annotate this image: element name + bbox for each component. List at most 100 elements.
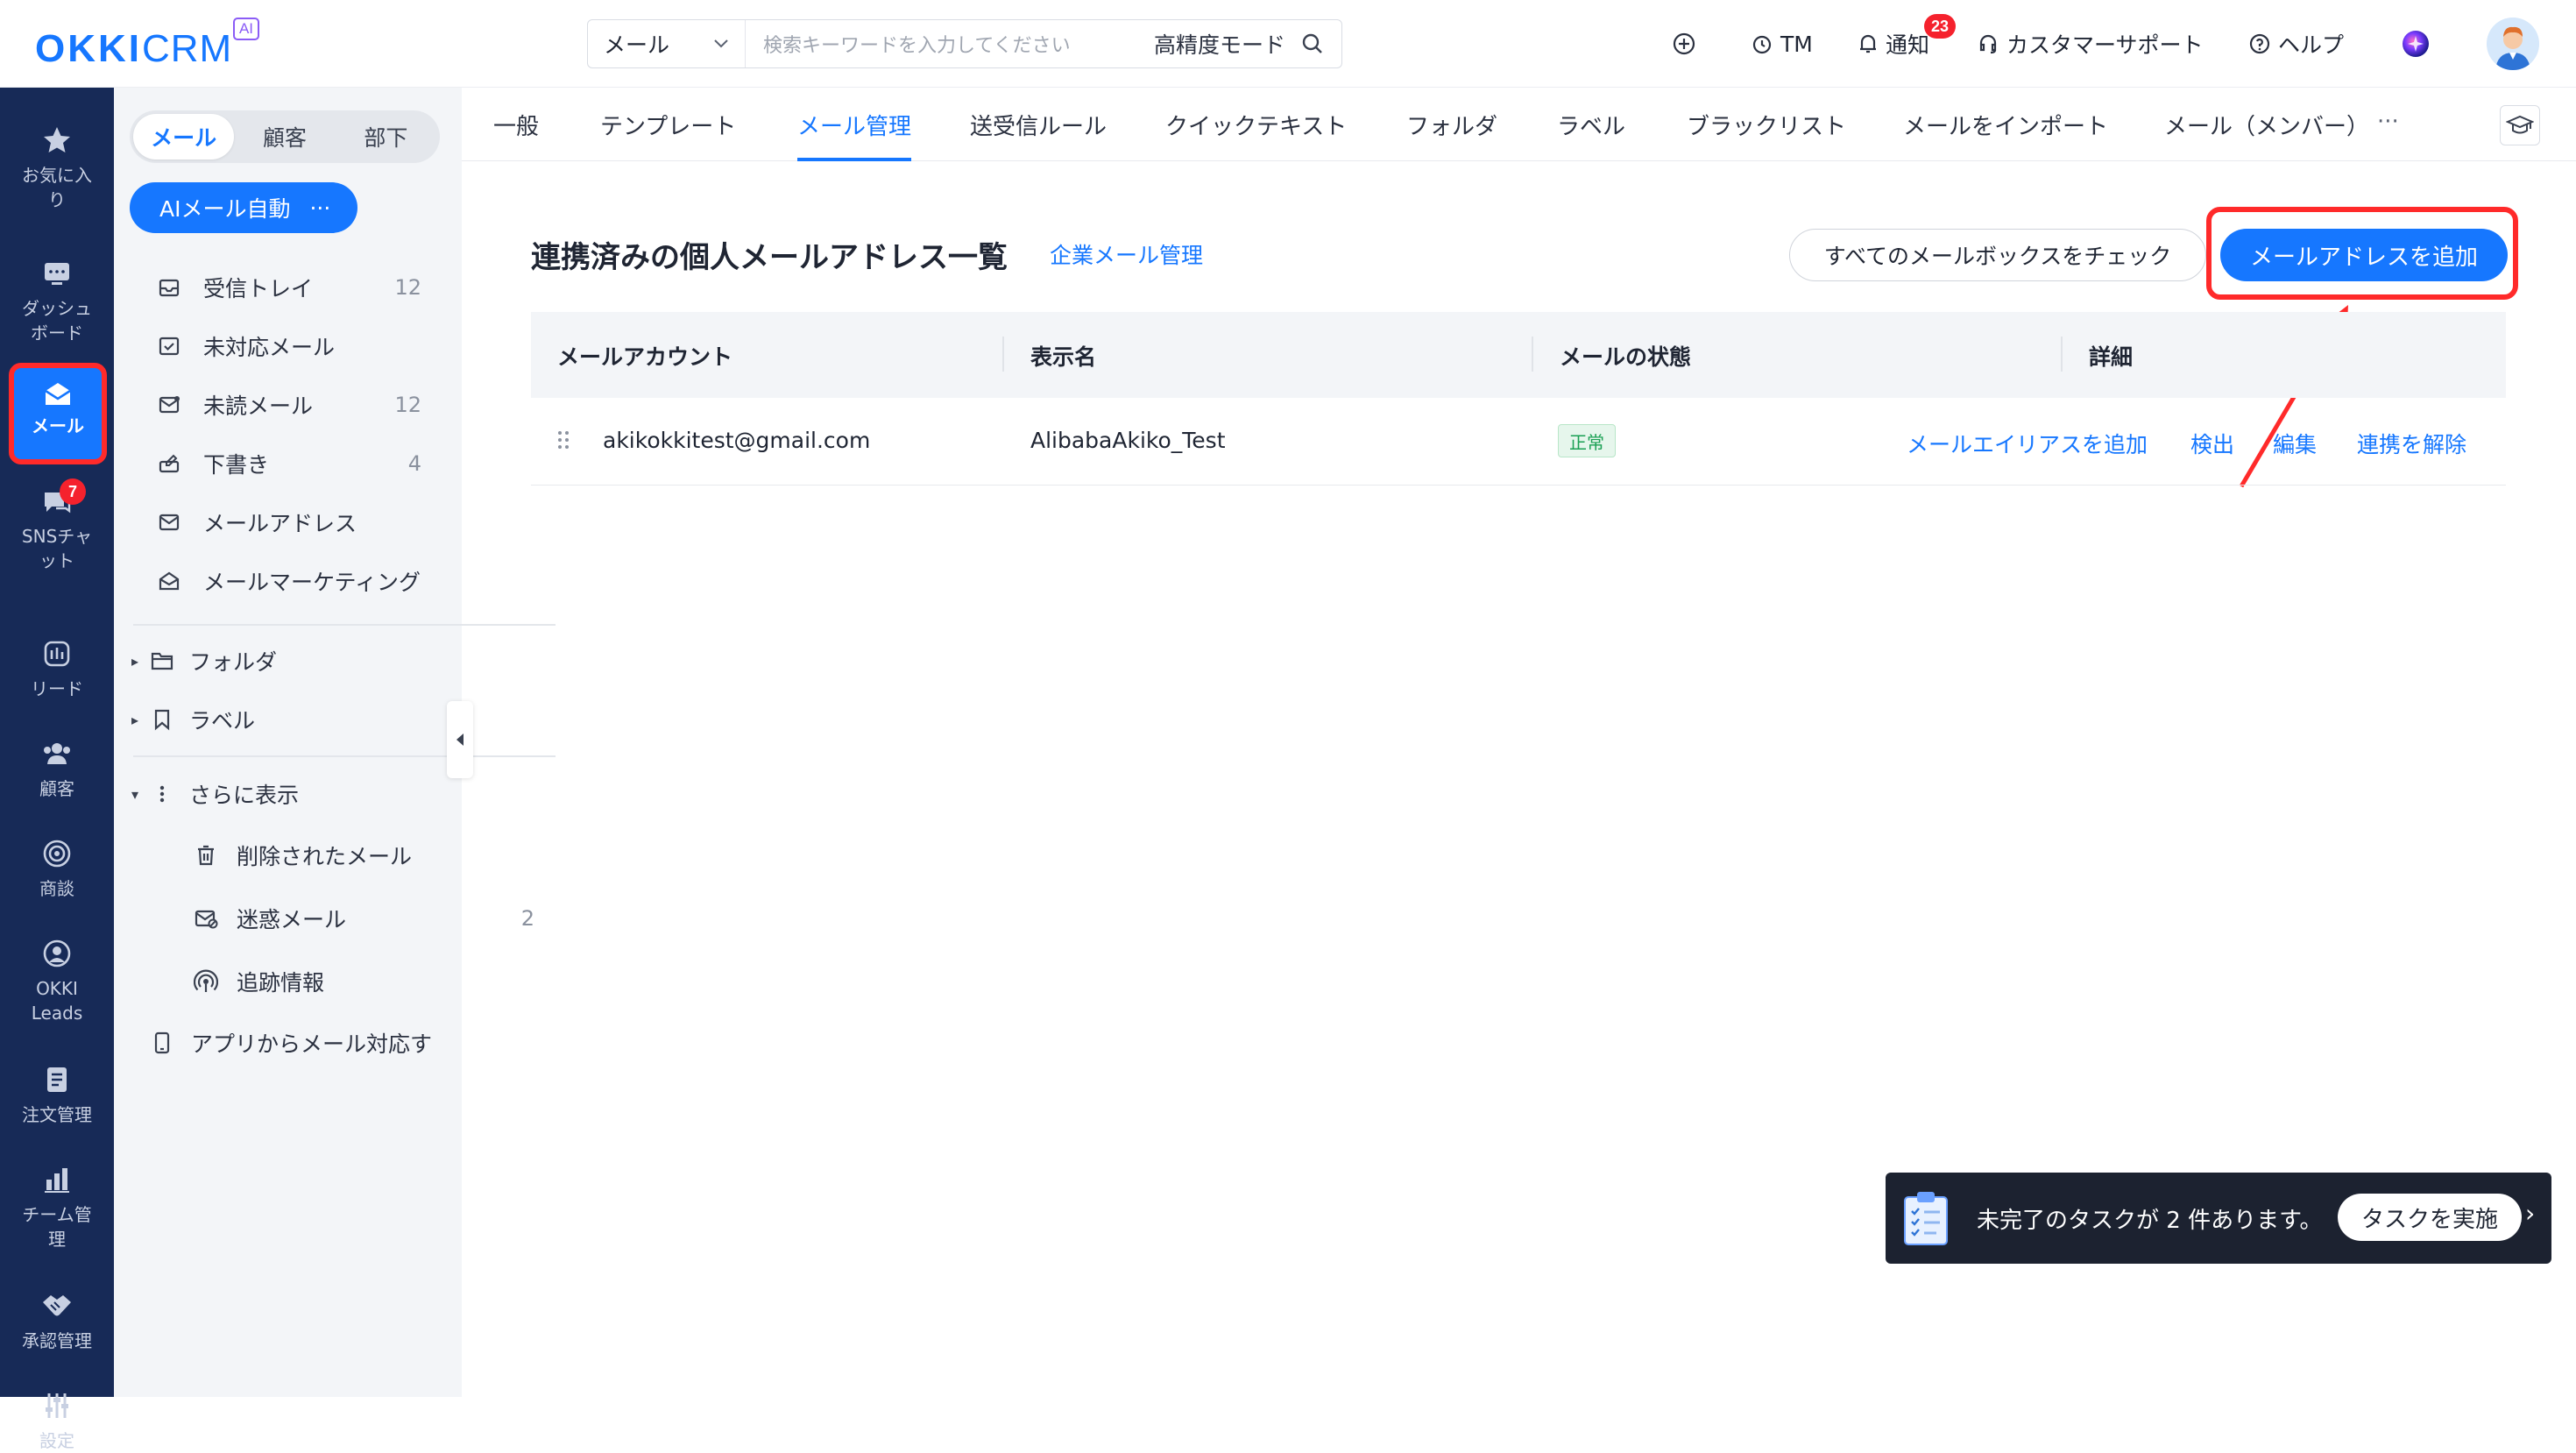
ai-mail-auto-button[interactable]: AIメール自動 ··· xyxy=(130,182,357,233)
display-name-cell: AlibabaAkiko_Test xyxy=(1030,428,1226,453)
nav-dashboard[interactable]: ダッシュボード xyxy=(0,256,114,345)
okki-crm-logo[interactable]: OKKI CRM AI xyxy=(35,18,259,70)
table-row: akikokkitest@gmail.com AlibabaAkiko_Test… xyxy=(531,398,2506,486)
ai-mail-auto-label: AIメール自動 xyxy=(159,196,291,222)
tab-folders[interactable]: フォルダ xyxy=(1406,109,1497,161)
nav-team[interactable]: チーム管理 xyxy=(0,1162,114,1251)
corporate-mail-management-link[interactable]: 企業メール管理 xyxy=(1050,238,1203,270)
sidebar-item-inbox[interactable]: 受信トレイ 12 xyxy=(156,266,441,308)
sidebar-item-label: 受信トレイ xyxy=(203,276,314,301)
nav-orders[interactable]: 注文管理 xyxy=(0,1062,114,1127)
caret-right-icon: ▸ xyxy=(131,711,139,728)
sidebar-item-unread[interactable]: 未読メール 12 xyxy=(156,384,441,426)
ai-assistant-orb-icon[interactable] xyxy=(2401,25,2431,63)
notification-badge: 23 xyxy=(1924,14,1957,39)
nav-approval[interactable]: 承認管理 xyxy=(0,1288,114,1353)
label-label: ラベル xyxy=(189,708,256,734)
check-all-mailboxes-button[interactable]: すべてのメールボックスをチェック xyxy=(1789,229,2206,281)
page-title: 連携済みの個人メールアドレス一覧 xyxy=(531,240,1008,275)
search-mode-toggle[interactable]: 高精度モード xyxy=(1154,28,1285,60)
tm-button[interactable]: TM xyxy=(1751,25,1813,63)
column-header-display-name: 表示名 xyxy=(1030,344,1097,370)
nav-mail[interactable]: メール xyxy=(9,363,107,464)
segment-customers[interactable]: 顧客 xyxy=(234,114,335,159)
tab-send-receive-rules[interactable]: 送受信ルール xyxy=(970,109,1107,161)
order-icon xyxy=(39,1062,74,1097)
add-mail-address-button[interactable]: メールアドレスを追加 xyxy=(2220,229,2508,281)
sidebar-item-spam[interactable]: 迷惑メール 2 xyxy=(193,897,561,939)
tab-templates[interactable]: テンプレート xyxy=(600,109,736,161)
sidebar-item-mail-address[interactable]: メールアドレス xyxy=(156,501,441,543)
global-search: メール 検索キーワードを入力してください 高精度モード xyxy=(587,19,1342,68)
column-header-status: メールの状態 xyxy=(1560,344,1692,370)
tab-mail-members[interactable]: メール（メンバー） xyxy=(2164,109,2369,161)
nav-label: お気に入り xyxy=(22,165,92,210)
sidebar-item-app[interactable]: アプリからメール対応す xyxy=(152,1022,432,1064)
nav-settings[interactable]: 設定 xyxy=(0,1388,114,1453)
help-button[interactable]: ヘルプ xyxy=(2248,25,2344,63)
sidebar-folder-group[interactable]: ▸ フォルダ xyxy=(131,640,277,682)
pending-mail-icon xyxy=(156,333,182,359)
segment-mail[interactable]: メール xyxy=(133,114,235,159)
folder-icon xyxy=(149,649,175,672)
sidebar-item-mail-marketing[interactable]: メールマーケティング xyxy=(156,560,441,602)
column-divider xyxy=(2061,337,2063,372)
sidebar-item-label: メールアドレス xyxy=(203,511,357,536)
execute-task-button[interactable]: タスクを実施 xyxy=(2338,1194,2522,1241)
tab-labels[interactable]: ラベル xyxy=(1557,109,1625,161)
sidebar-item-deleted[interactable]: 削除されたメール xyxy=(193,834,561,876)
toast-chevron-right-icon[interactable]: › xyxy=(2525,1199,2535,1228)
logo-okki: OKKI xyxy=(35,27,142,70)
tab-quick-text[interactable]: クイックテキスト xyxy=(1165,109,1347,161)
tab-blacklist[interactable]: ブラックリスト xyxy=(1687,109,1846,161)
edit-link[interactable]: 編集 xyxy=(2273,428,2317,459)
nav-label: リード xyxy=(31,678,83,699)
unlink-link[interactable]: 連携を解除 xyxy=(2357,428,2466,459)
notification-button[interactable]: 通知 23 xyxy=(1858,14,1957,63)
tab-import-mail[interactable]: メールをインポート xyxy=(1903,109,2108,161)
nav-leads[interactable]: リード xyxy=(0,636,114,701)
nav-label: OKKI Leads xyxy=(31,978,83,1024)
column-header-account: メールアカウント xyxy=(557,344,733,370)
sidebar-more-group[interactable]: ▾ さらに表示 xyxy=(131,773,299,815)
sidebar-label-group[interactable]: ▸ ラベル xyxy=(131,698,255,741)
customer-support-button[interactable]: カスタマーサポート xyxy=(1977,25,2204,63)
bell-icon xyxy=(1858,32,1879,55)
tab-general[interactable]: 一般 xyxy=(493,109,539,161)
mail-marketing-icon xyxy=(156,568,182,594)
user-avatar[interactable] xyxy=(2487,18,2539,70)
sidebar-item-tracking[interactable]: 追跡情報 xyxy=(193,960,561,1003)
add-circle-icon[interactable] xyxy=(1672,25,1696,63)
clipboard-checklist-icon xyxy=(1898,1188,1954,1248)
sidebar-item-pending[interactable]: 未対応メール xyxy=(156,325,441,367)
nav-customers[interactable]: 顧客 xyxy=(0,736,114,801)
sidebar-item-count: 2 xyxy=(520,906,534,931)
segment-subordinates[interactable]: 部下 xyxy=(336,114,436,159)
search-input[interactable]: 検索キーワードを入力してください xyxy=(746,30,1154,58)
sidebar-divider xyxy=(133,755,556,757)
search-scope-select[interactable]: メール xyxy=(588,20,746,67)
tab-mail-management[interactable]: メール管理 xyxy=(797,109,912,161)
nav-deals[interactable]: 商談 xyxy=(0,836,114,901)
folder-label: フォルダ xyxy=(189,649,278,675)
detect-link[interactable]: 検出 xyxy=(2190,428,2234,459)
nav-favorites[interactable]: お気に入り xyxy=(0,123,114,212)
search-icon[interactable] xyxy=(1301,32,1324,55)
nav-sns-chat[interactable]: 7 SNSチャット xyxy=(0,478,114,573)
add-mail-alias-link[interactable]: メールエイリアスを追加 xyxy=(1907,428,2148,459)
column-divider xyxy=(1532,337,1533,372)
support-label: カスタマーサポート xyxy=(2006,32,2204,58)
tab-more-button[interactable]: ··· xyxy=(2377,109,2399,135)
nav-label: 顧客 xyxy=(39,778,74,799)
sidebar-item-label: 削除されたメール xyxy=(237,844,413,869)
graduation-cap-icon[interactable] xyxy=(2500,105,2540,145)
sidebar-item-count: 12 xyxy=(394,393,421,417)
nav-label: 承認管理 xyxy=(22,1330,92,1351)
mail-sidebar: メール 顧客 部下 AIメール自動 ··· 受信トレイ 12 未対応メール 未読… xyxy=(114,88,556,1397)
settings-icon xyxy=(39,1388,74,1423)
sidebar-collapse-button[interactable] xyxy=(447,701,473,778)
sidebar-item-drafts[interactable]: 下書き 4 xyxy=(156,443,441,485)
more-dots-icon[interactable]: ··· xyxy=(309,195,330,221)
drag-handle-icon[interactable] xyxy=(557,429,570,450)
nav-okki-leads[interactable]: OKKI Leads xyxy=(0,936,114,1025)
